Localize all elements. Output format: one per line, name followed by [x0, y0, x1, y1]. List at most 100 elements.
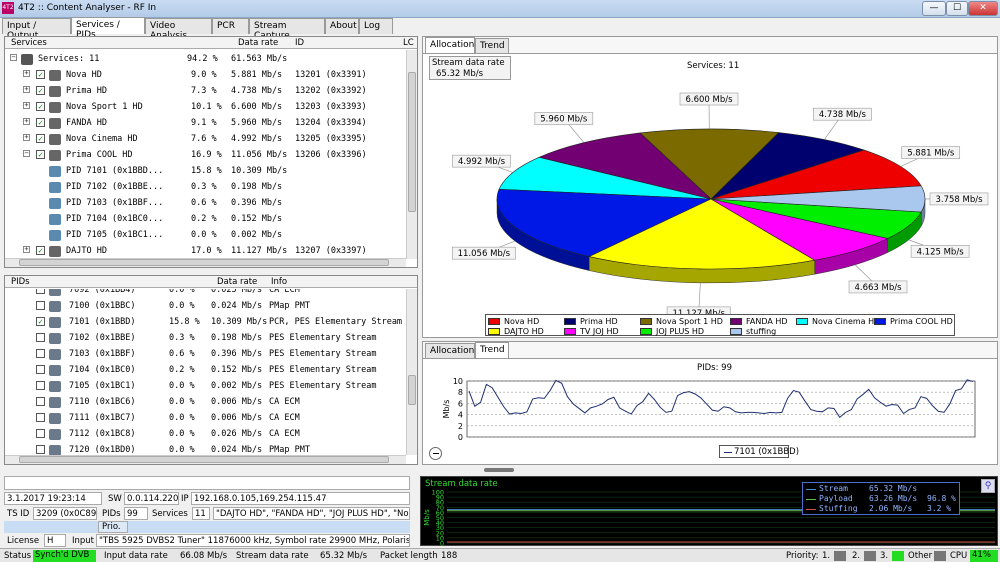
pid-checkbox[interactable] [36, 333, 45, 342]
service-row[interactable]: PID 7105 (0x1BC1... 0.0 % 0.002 Mb/s [5, 227, 405, 243]
hscroll-thumb[interactable] [19, 456, 389, 463]
expand-icon[interactable]: + [23, 134, 30, 141]
service-row[interactable]: + ✓ Prima HD 7.3 % 4.738 Mb/s 13202 (0x3392) [5, 83, 405, 99]
zoom-out-icon[interactable] [429, 447, 442, 460]
minimize-button[interactable]: — [922, 1, 946, 16]
pid-row[interactable]: 7102 (0x1BBE) 0.3 % 0.198 Mb/s PES Elementa… [5, 330, 405, 346]
tab-allocation-2[interactable]: Allocation [425, 343, 475, 359]
pid-row[interactable]: 7110 (0x1BC6) 0.0 % 0.006 Mb/s CA ECM [5, 394, 405, 410]
pid-row[interactable]: 7092 (0x1BB4) 0.0 % 0.025 Mb/s CA ECM [5, 289, 405, 298]
services-hscrollbar[interactable] [5, 258, 406, 267]
service-checkbox[interactable]: ✓ [36, 102, 45, 111]
service-row[interactable]: − ✓ Prima COOL HD 16.9 % 11.056 Mb/s 13206 (0… [5, 147, 405, 163]
pid-checkbox[interactable] [36, 289, 45, 294]
pid-icon [49, 333, 61, 344]
pie-label: 4.992 Mb/s [458, 157, 506, 167]
tab-allocation[interactable]: Allocation [425, 37, 475, 54]
pid-info: CA ECM [269, 397, 300, 407]
service-percent: 94.2 % [187, 54, 218, 64]
tab-input-output[interactable]: Input / Output [2, 18, 71, 41]
service-row[interactable]: PID 7101 (0x1BBD... 15.8 % 10.309 Mb/s [5, 163, 405, 179]
expand-icon[interactable]: + [23, 246, 30, 253]
pid-row[interactable]: 7112 (0x1BC8) 0.0 % 0.026 Mb/s CA ECM [5, 426, 405, 442]
service-row[interactable]: + ✓ FANDA HD 9.1 % 5.960 Mb/s 13204 (0x3394) [5, 115, 405, 131]
pid-row[interactable]: 7104 (0x1BC0) 0.2 % 0.152 Mb/s PES Elementa… [5, 362, 405, 378]
expand-icon[interactable]: + [23, 118, 30, 125]
magnify-icon[interactable]: ⚲ [981, 479, 995, 493]
service-checkbox[interactable]: ✓ [36, 150, 45, 159]
tab-pcr[interactable]: PCR [212, 18, 249, 34]
col-pid-data-rate[interactable]: Data rate [217, 277, 257, 287]
pid-row[interactable]: ✓ 7101 (0x1BBD) 15.8 % 10.309 Mb/s PCR, PES … [5, 314, 405, 330]
service-rate: 10.309 Mb/s [231, 166, 288, 176]
legend-label: JOJ PLUS HD [656, 327, 705, 336]
pid-checkbox[interactable] [36, 301, 45, 310]
pids-hscrollbar[interactable] [5, 455, 406, 464]
col-lc[interactable]: LC [403, 38, 414, 48]
tab-about[interactable]: About [325, 18, 359, 34]
pid-row[interactable]: 7120 (0x1BD0) 0.0 % 0.024 Mb/s PMap PMT [5, 442, 405, 455]
service-rate: 6.600 Mb/s [231, 102, 283, 112]
message-field[interactable] [4, 476, 410, 490]
col-id[interactable]: ID [295, 38, 304, 48]
service-row[interactable]: + ✓ Nova Cinema HD 7.6 % 4.992 Mb/s 13205 (0x… [5, 131, 405, 147]
service-rate: 61.563 Mb/s [231, 54, 288, 64]
pid-checkbox[interactable] [36, 365, 45, 374]
pid-checkbox[interactable] [36, 397, 45, 406]
tab-log[interactable]: Log [359, 18, 393, 34]
expand-icon[interactable]: + [23, 70, 30, 77]
expand-icon[interactable]: − [23, 150, 30, 157]
service-row[interactable]: PID 7103 (0x1BBF... 0.6 % 0.396 Mb/s [5, 195, 405, 211]
pids-vscrollbar[interactable] [406, 289, 417, 455]
pid-checkbox[interactable] [36, 349, 45, 358]
close-button[interactable]: ✕ [968, 1, 998, 16]
service-checkbox[interactable]: ✓ [36, 246, 45, 255]
services-vscrollbar[interactable] [406, 50, 417, 259]
stream-legend-name: Payload [819, 494, 853, 503]
collapse-icon[interactable]: − [10, 54, 17, 61]
pid-checkbox[interactable] [36, 413, 45, 422]
scroll-thumb[interactable] [408, 72, 416, 212]
service-percent: 10.1 % [191, 102, 222, 112]
splitter-grip[interactable] [484, 468, 514, 472]
service-checkbox[interactable]: ✓ [36, 118, 45, 127]
pid-id: 7103 (0x1BBF) [69, 349, 136, 359]
pid-checkbox[interactable]: ✓ [36, 317, 45, 326]
col-services[interactable]: Services [11, 38, 47, 48]
pid-row[interactable]: 7100 (0x1BBC) 0.0 % 0.024 Mb/s PMap PMT [5, 298, 405, 314]
expand-icon[interactable]: + [23, 102, 30, 109]
scroll-thumb[interactable] [408, 375, 416, 405]
expand-icon[interactable]: + [23, 86, 30, 93]
service-checkbox[interactable]: ✓ [36, 70, 45, 79]
service-checkbox[interactable]: ✓ [36, 86, 45, 95]
tab-stream-capture[interactable]: Stream Capture [249, 18, 325, 41]
pid-row[interactable]: 7105 (0x1BC1) 0.0 % 0.002 Mb/s PES Elementa… [5, 378, 405, 394]
service-checkbox[interactable]: ✓ [36, 134, 45, 143]
trend-panel: Allocation Trend PIDs: 99 0 2 4 6 8 10 Mb/s 71… [422, 341, 998, 465]
pid-checkbox[interactable] [36, 381, 45, 390]
pid-row[interactable]: 7111 (0x1BC7) 0.0 % 0.006 Mb/s CA ECM [5, 410, 405, 426]
pid-row[interactable]: 7103 (0x1BBF) 0.6 % 0.396 Mb/s PES Elementa… [5, 346, 405, 362]
service-percent: 7.3 % [191, 86, 217, 96]
tab-trend-2[interactable]: Trend [475, 342, 509, 359]
col-info[interactable]: Info [271, 277, 287, 287]
pid-checkbox[interactable] [36, 445, 45, 454]
maximize-button[interactable]: ☐ [946, 1, 968, 16]
pid-rate: 0.006 Mb/s [211, 397, 263, 407]
sw-version: 0.0.114.220 [124, 492, 179, 505]
tab-services-pids[interactable]: Services / PIDs [71, 17, 145, 40]
hscroll-thumb[interactable] [19, 259, 389, 266]
service-row[interactable]: − Services: 11 94.2 % 61.563 Mb/s [5, 51, 405, 67]
service-row[interactable]: + ✓ DAJTO HD 17.0 % 11.127 Mb/s 13207 (0x3397… [5, 243, 405, 259]
pid-percent: 0.0 % [169, 381, 195, 391]
col-pids[interactable]: PIDs [11, 277, 30, 287]
tab-video-analysis[interactable]: Video Analysis [145, 18, 212, 41]
service-row[interactable]: PID 7102 (0x1BBE... 0.3 % 0.198 Mb/s [5, 179, 405, 195]
tab-trend[interactable]: Trend [475, 38, 509, 54]
service-row[interactable]: PID 7104 (0x1BC0... 0.2 % 0.152 Mb/s [5, 211, 405, 227]
pie-label: 11.056 Mb/s [458, 249, 511, 259]
service-row[interactable]: + ✓ Nova Sport 1 HD 10.1 % 6.600 Mb/s 13203 (… [5, 99, 405, 115]
pid-checkbox[interactable] [36, 429, 45, 438]
service-row[interactable]: + ✓ Nova HD 9.0 % 5.881 Mb/s 13201 (0x3391) [5, 67, 405, 83]
col-data-rate[interactable]: Data rate [238, 38, 278, 48]
